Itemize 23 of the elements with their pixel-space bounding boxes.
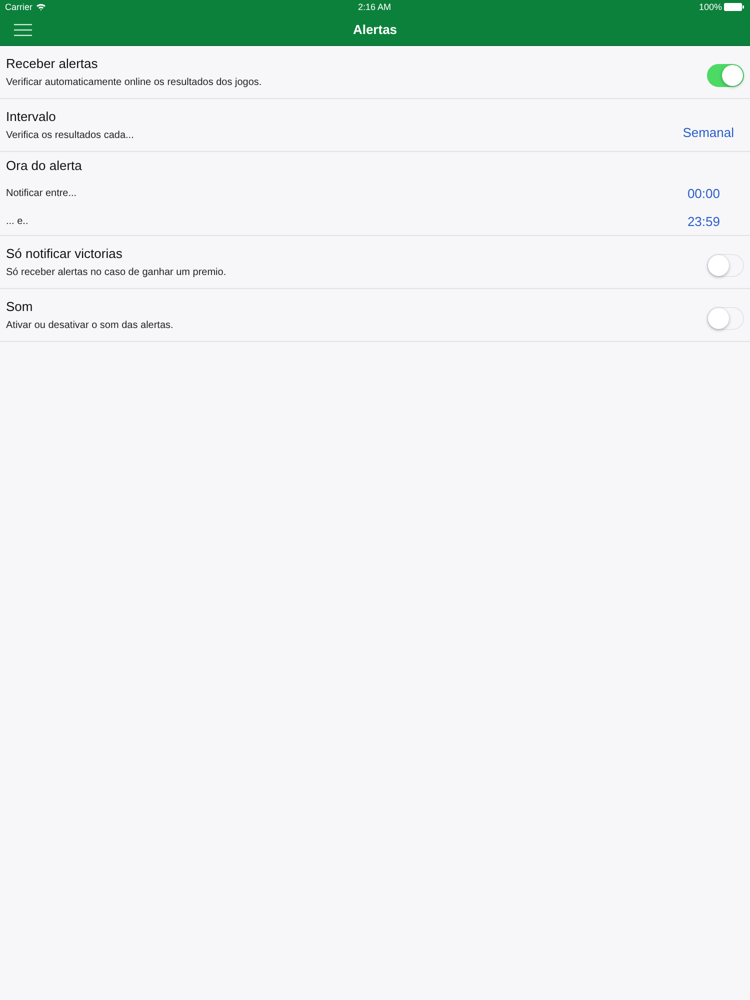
setting-description: Ativar ou desativar o som das alertas. — [6, 320, 174, 330]
menu-icon — [14, 22, 32, 36]
wifi-icon — [36, 3, 46, 11]
setting-title: Receber alertas — [6, 56, 99, 70]
nav-title: Alertas — [352, 22, 398, 37]
battery-percent: 100% — [698, 2, 722, 12]
setting-title: Só notificar victorias — [6, 246, 124, 260]
setting-description: Verifica os resultados cada... — [6, 130, 135, 140]
battery-icon — [724, 3, 744, 11]
setting-title: Intervalo — [6, 108, 57, 124]
setting-description: Só receber alertas no caso de ganhar um premio. — [6, 266, 228, 278]
time-label: ... e.. — [6, 216, 28, 226]
status-time: 2:16 AM — [358, 2, 392, 12]
time-value[interactable]: 23:59 — [687, 214, 726, 228]
interval-value[interactable]: Semanal — [682, 125, 744, 140]
toggle-switch[interactable] — [707, 64, 744, 87]
time-value[interactable]: 00:00 — [687, 186, 726, 200]
time-label: Notificar entre... — [6, 188, 77, 198]
setting-description: Verificar automaticamente online os resultados dos jogos. — [6, 76, 263, 88]
setting-title: Som — [6, 298, 34, 314]
menu-button[interactable] — [14, 22, 32, 36]
carrier-label: Carrier — [5, 2, 33, 12]
setting-title: Ora do alerta — [6, 158, 83, 173]
